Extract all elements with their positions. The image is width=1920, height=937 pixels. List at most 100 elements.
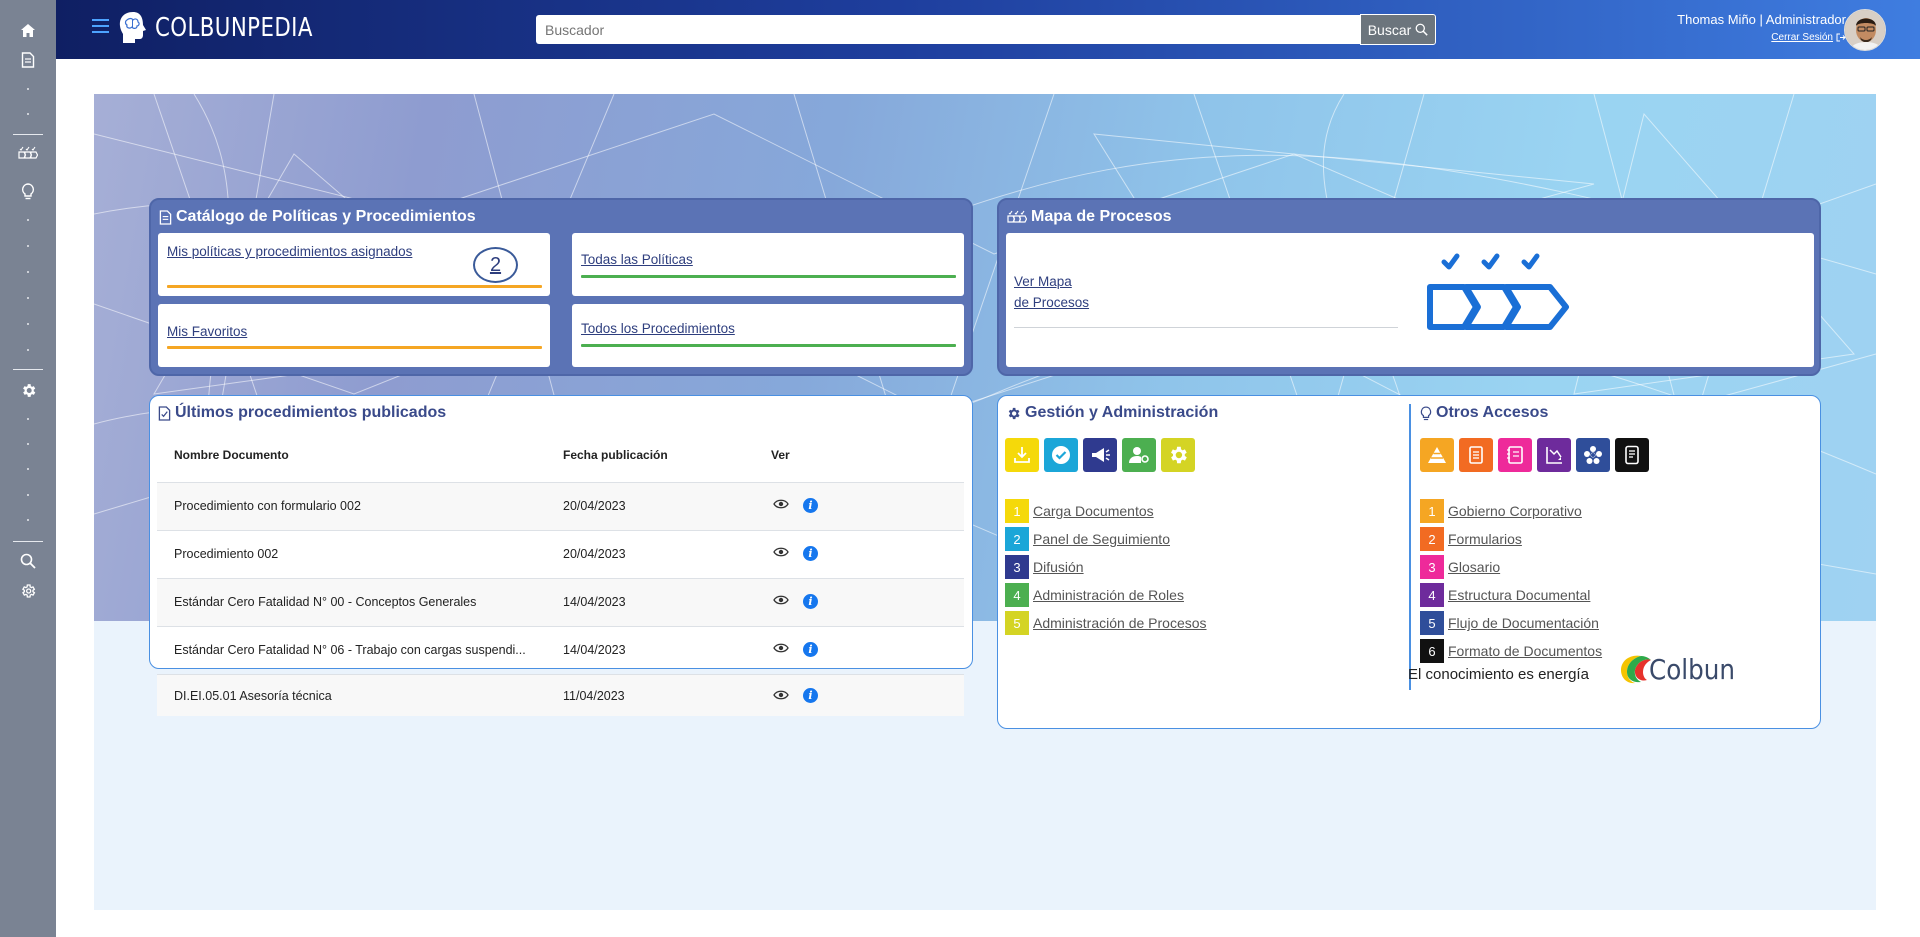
item-label: Formularios (1448, 531, 1522, 547)
document-icon[interactable] (0, 50, 56, 70)
brand[interactable]: COLBUNPEDIA (117, 10, 348, 46)
check-circle-icon[interactable] (1044, 438, 1078, 472)
info-icon[interactable]: i (803, 498, 818, 513)
structure-icon[interactable] (1537, 438, 1571, 472)
all-policies-card: Todas las Políticas (572, 233, 964, 296)
form-icon[interactable] (1459, 438, 1493, 472)
item-label: Estructura Documental (1448, 587, 1591, 603)
search-icon[interactable] (0, 551, 56, 571)
pyramid-icon[interactable] (1420, 438, 1454, 472)
assigned-card: Mis políticas y procedimientos asignados… (158, 233, 550, 296)
other-item-gobierno[interactable]: 1 Gobierno Corporativo (1420, 499, 1582, 523)
rail-divider (13, 369, 43, 370)
management-item-roles[interactable]: 4 Administración de Roles (1005, 583, 1184, 607)
catalog-title-text: Catálogo de Políticas y Procedimientos (176, 208, 476, 225)
search-button[interactable]: Buscar (1360, 14, 1436, 45)
view-process-map-link[interactable]: Ver Mapa de Procesos (1014, 271, 1089, 313)
item-number: 1 (1005, 499, 1029, 523)
latest-title: Últimos procedimientos publicados (158, 404, 446, 422)
favorites-link[interactable]: Mis Favoritos (167, 324, 247, 339)
logout-label: Cerrar Sesión (1771, 32, 1833, 43)
info-icon[interactable]: i (803, 642, 818, 657)
table-row: Procedimiento 002 20/04/2023 i (157, 530, 964, 578)
item-number: 4 (1420, 583, 1444, 607)
management-item-seguimiento[interactable]: 2 Panel de Seguimiento (1005, 527, 1170, 551)
item-label: Administración de Procesos (1033, 615, 1207, 631)
assigned-link[interactable]: Mis políticas y procedimientos asignados (167, 244, 412, 259)
rail-dot (27, 494, 29, 496)
other-access-title: Otros Accesos (1420, 404, 1548, 422)
hamburger-menu-icon[interactable] (92, 19, 109, 33)
all-policies-link[interactable]: Todas las Políticas (581, 252, 693, 267)
table-row: Estándar Cero Fatalidad N° 00 - Concepto… (157, 578, 964, 626)
lightbulb-icon (1420, 405, 1432, 420)
policies-underline (581, 275, 956, 278)
search-icon (1415, 23, 1428, 36)
eye-icon[interactable] (773, 546, 789, 558)
process-map-panel: Mapa de Procesos Ver Mapa de Procesos (997, 198, 1821, 376)
home-icon[interactable] (0, 20, 56, 40)
management-title-text: Gestión y Administración (1025, 404, 1219, 421)
eye-icon[interactable] (773, 642, 789, 654)
document-icon (159, 209, 172, 225)
doc-name: Estándar Cero Fatalidad N° 06 - Trabajo … (174, 643, 526, 657)
other-item-formularios[interactable]: 2 Formularios (1420, 527, 1522, 551)
item-label: Carga Documentos (1033, 503, 1154, 519)
table-row: Procedimiento con formulario 002 20/04/2… (157, 482, 964, 530)
colbun-logo-icon (1621, 655, 1651, 684)
doc-name: Estándar Cero Fatalidad N° 00 - Concepto… (174, 595, 477, 609)
rail-dot (27, 519, 29, 521)
item-number: 4 (1005, 583, 1029, 607)
other-item-flujo[interactable]: 5 Flujo de Documentación (1420, 611, 1599, 635)
settings-outline-icon[interactable] (0, 581, 56, 601)
item-number: 2 (1005, 527, 1029, 551)
search-input[interactable] (536, 15, 1360, 44)
management-item-carga[interactable]: 1 Carga Documentos (1005, 499, 1154, 523)
assigned-count-badge[interactable]: 2 (473, 247, 518, 283)
item-number: 1 (1420, 499, 1444, 523)
gear-icon[interactable] (0, 380, 56, 400)
all-procedures-link[interactable]: Todos los Procedimientos (581, 321, 735, 336)
item-label: Glosario (1448, 559, 1501, 575)
info-icon[interactable]: i (803, 688, 818, 703)
lightbulb-icon[interactable] (0, 181, 56, 201)
info-icon[interactable]: i (803, 594, 818, 609)
glossary-icon[interactable] (1498, 438, 1532, 472)
management-item-procesos[interactable]: 5 Administración de Procesos (1005, 611, 1207, 635)
flow-icon[interactable] (1576, 438, 1610, 472)
logout-link[interactable]: Cerrar Sesión (1771, 32, 1846, 43)
favorites-card: Mis Favoritos (158, 304, 550, 367)
gear-icon[interactable] (1161, 438, 1195, 472)
rail-divider (13, 134, 43, 135)
eye-icon[interactable] (773, 689, 789, 701)
rail-dot (27, 349, 29, 351)
document-format-icon[interactable] (1615, 438, 1649, 472)
rail-dot (27, 297, 29, 299)
process-chevrons-icon[interactable] (1426, 248, 1576, 343)
other-item-formato[interactable]: 6 Formato de Documentos (1420, 639, 1602, 663)
view-map-line1: Ver Mapa (1014, 274, 1072, 289)
item-number: 3 (1005, 555, 1029, 579)
footer-tagline: El conocimiento es energía (1408, 666, 1589, 683)
other-item-glosario[interactable]: 3 Glosario (1420, 555, 1500, 579)
col-name-header[interactable]: Nombre Documento (174, 448, 289, 462)
eye-icon[interactable] (773, 594, 789, 606)
catalog-panel: Catálogo de Políticas y Procedimientos M… (149, 198, 973, 376)
user-info: Thomas Miño | Administrador Cerrar Sesió… (1677, 12, 1846, 45)
avatar[interactable] (1844, 9, 1886, 51)
item-number: 6 (1420, 639, 1444, 663)
catalog-title: Catálogo de Políticas y Procedimientos (159, 208, 476, 226)
other-item-estructura[interactable]: 4 Estructura Documental (1420, 583, 1590, 607)
item-label: Formato de Documentos (1448, 643, 1603, 659)
download-icon[interactable] (1005, 438, 1039, 472)
user-gear-icon[interactable] (1122, 438, 1156, 472)
eye-icon[interactable] (773, 498, 789, 510)
item-number: 3 (1420, 555, 1444, 579)
info-icon[interactable]: i (803, 546, 818, 561)
col-date-header[interactable]: Fecha publicación (563, 448, 668, 462)
procedures-underline (581, 344, 956, 347)
process-map-icon[interactable] (0, 143, 56, 163)
megaphone-icon[interactable] (1083, 438, 1117, 472)
management-item-difusion[interactable]: 3 Difusión (1005, 555, 1084, 579)
process-map-title: Mapa de Procesos (1007, 208, 1172, 226)
